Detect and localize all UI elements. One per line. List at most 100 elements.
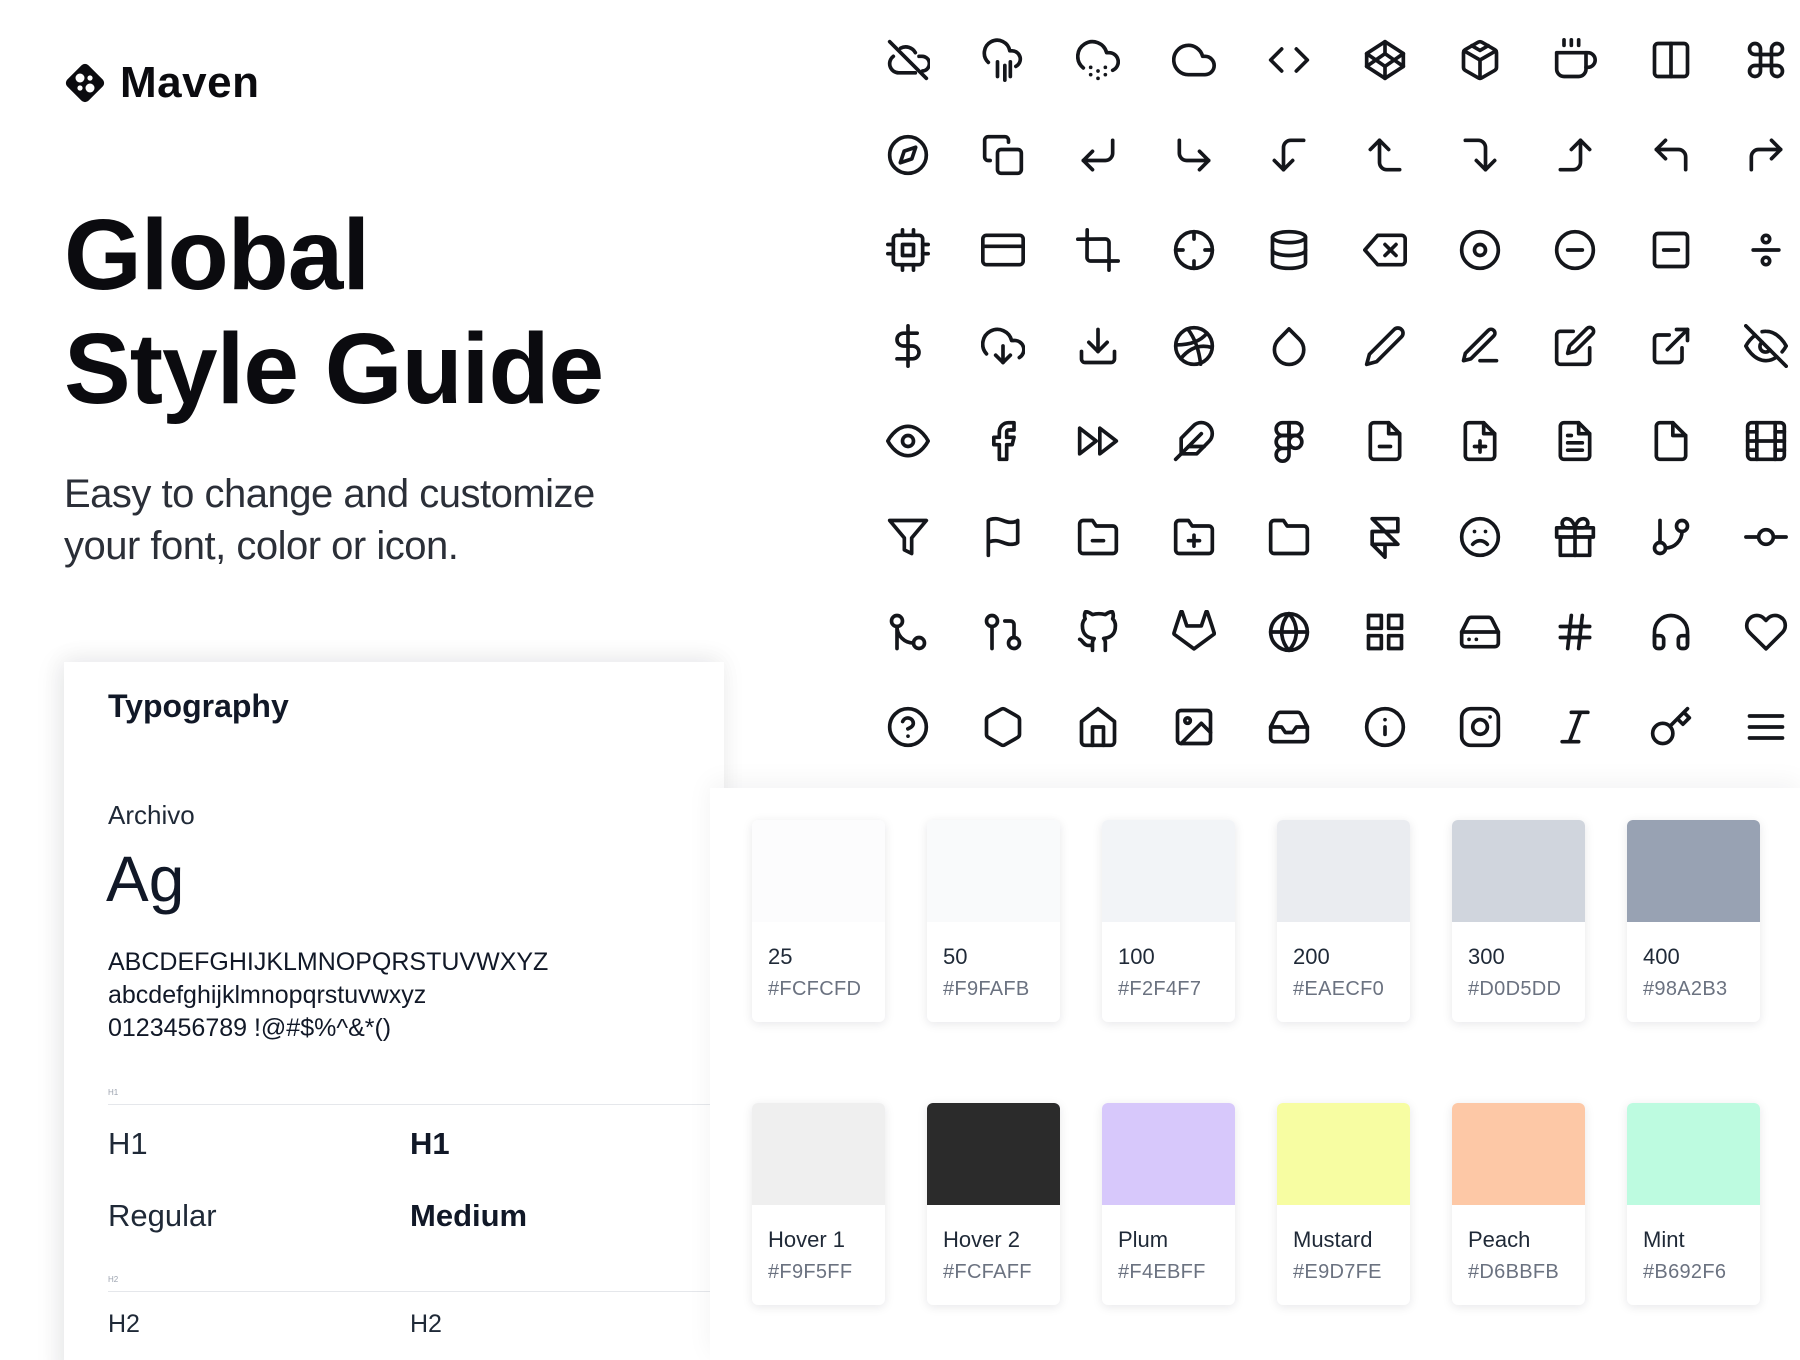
color-swatch-fill: [1452, 1103, 1585, 1205]
disc-icon: [1432, 203, 1527, 298]
brand: Maven: [62, 58, 259, 108]
corner-right-down-icon: [1432, 107, 1527, 202]
color-hex: #D6BBFB: [1468, 1261, 1560, 1283]
git-pull-request-icon: [955, 584, 1050, 679]
corner-left-down-icon: [1242, 107, 1337, 202]
h1-section-label: H1: [108, 1088, 119, 1097]
color-hex: #EAECF0: [1293, 978, 1385, 1000]
globe-icon: [1242, 584, 1337, 679]
edit-2-icon: [1432, 298, 1527, 393]
corner-up-left-icon: [1623, 107, 1718, 202]
git-commit-icon: [1719, 489, 1800, 584]
color-name: Plum: [1118, 1227, 1169, 1252]
color-swatch-card: Mustard #E9D7FE: [1277, 1103, 1410, 1305]
eye-off-cloud-icon: [860, 12, 955, 107]
eye-off-icon: [1719, 298, 1800, 393]
color-hex: #E9D7FE: [1293, 1261, 1382, 1283]
font-name: Archivo: [108, 800, 195, 830]
cloud-icon: [1146, 12, 1241, 107]
divider: [108, 1104, 724, 1105]
page-title: Global Style Guide: [64, 198, 604, 426]
h2-medium-sample: H2: [410, 1310, 442, 1338]
codesandbox-icon: [1432, 12, 1527, 107]
color-name: Hover 1: [768, 1227, 846, 1252]
help-circle-icon: [860, 680, 955, 775]
droplet-icon: [1242, 298, 1337, 393]
folder-icon: [1242, 489, 1337, 584]
color-swatch-fill: [1277, 1103, 1410, 1205]
columns-icon: [1623, 12, 1718, 107]
menu-icon: [1719, 680, 1800, 775]
color-swatch-card: Plum #F4EBFF: [1102, 1103, 1235, 1305]
cloud-rain-icon: [955, 12, 1050, 107]
color-swatch-card: Hover 1 #F9F5FF: [752, 1103, 885, 1305]
headphones-icon: [1623, 584, 1718, 679]
facebook-icon: [955, 394, 1050, 489]
film-icon: [1719, 394, 1800, 489]
color-swatch-fill: [752, 1103, 885, 1205]
color-swatch-card: Hover 2 #FCFAFF: [927, 1103, 1060, 1305]
charset-digits: 0123456789 !@#$%^&*(): [108, 1014, 392, 1042]
page-subtitle-line-1: Easy to change and customize: [64, 472, 595, 516]
color-swatch-fill: [1277, 820, 1410, 922]
color-hex: #B692F6: [1643, 1261, 1727, 1283]
color-swatch-card: 100 #F2F4F7: [1102, 820, 1235, 1022]
page-subtitle-line-2: your font, color or icon.: [64, 524, 459, 568]
download-cloud-icon: [955, 298, 1050, 393]
page-title-line-1: Global: [64, 199, 370, 311]
corner-up-right-icon: [1719, 107, 1800, 202]
home-icon: [1051, 680, 1146, 775]
color-swatch-card: 50 #F9FAFB: [927, 820, 1060, 1022]
hexagon-icon: [955, 680, 1050, 775]
download-icon: [1051, 298, 1146, 393]
color-swatch-card: 25 #FCFCFD: [752, 820, 885, 1022]
file-text-icon: [1528, 394, 1623, 489]
key-icon: [1623, 680, 1718, 775]
color-hex: #F4EBFF: [1118, 1261, 1206, 1283]
typography-card: Typography Archivo Ag ABCDEFGHIJKLMNOPQR…: [64, 662, 724, 1360]
info-icon: [1337, 680, 1432, 775]
hard-drive-icon: [1432, 584, 1527, 679]
h1-medium-sample: H1: [410, 1126, 450, 1161]
grid-icon: [1337, 584, 1432, 679]
minus-square-icon: [1623, 203, 1718, 298]
dollar-sign-icon: [860, 298, 955, 393]
color-hex: #F9F5FF: [768, 1261, 853, 1283]
font-sample: Ag: [106, 843, 185, 915]
h1-regular-sample: H1: [108, 1126, 148, 1161]
color-name: 400: [1643, 944, 1680, 969]
color-hex: #FCFAFF: [943, 1261, 1032, 1283]
cloud-snow-icon: [1051, 12, 1146, 107]
copy-icon: [955, 107, 1050, 202]
icon-grid: [860, 12, 1800, 775]
color-swatch-fill: [1627, 820, 1760, 922]
color-swatch-fill: [1627, 1103, 1760, 1205]
color-name: Peach: [1468, 1227, 1531, 1252]
file-icon: [1623, 394, 1718, 489]
corner-left-up-icon: [1337, 107, 1432, 202]
heart-icon: [1719, 584, 1800, 679]
command-icon: [1719, 12, 1800, 107]
file-plus-icon: [1432, 394, 1527, 489]
divide-icon: [1719, 203, 1800, 298]
color-swatch-card: Mint #B692F6: [1627, 1103, 1760, 1305]
color-swatch-fill: [752, 820, 885, 922]
hash-icon: [1528, 584, 1623, 679]
git-branch-icon: [1623, 489, 1718, 584]
color-swatch-card: 200 #EAECF0: [1277, 820, 1410, 1022]
minus-circle-icon: [1528, 203, 1623, 298]
h2-regular-sample: H2: [108, 1310, 140, 1338]
code-icon: [1242, 12, 1337, 107]
maven-logo-icon: [65, 63, 105, 103]
color-name: Hover 2: [943, 1227, 1021, 1252]
git-merge-icon: [860, 584, 955, 679]
credit-card-icon: [955, 203, 1050, 298]
crop-icon: [1051, 203, 1146, 298]
gift-icon: [1528, 489, 1623, 584]
weight-regular-label: Regular: [108, 1198, 217, 1233]
dribbble-icon: [1146, 298, 1241, 393]
color-swatch-card: 400 #98A2B3: [1627, 820, 1760, 1022]
color-swatch-fill: [1102, 1103, 1235, 1205]
color-name: 100: [1118, 944, 1155, 969]
color-name: 300: [1468, 944, 1505, 969]
